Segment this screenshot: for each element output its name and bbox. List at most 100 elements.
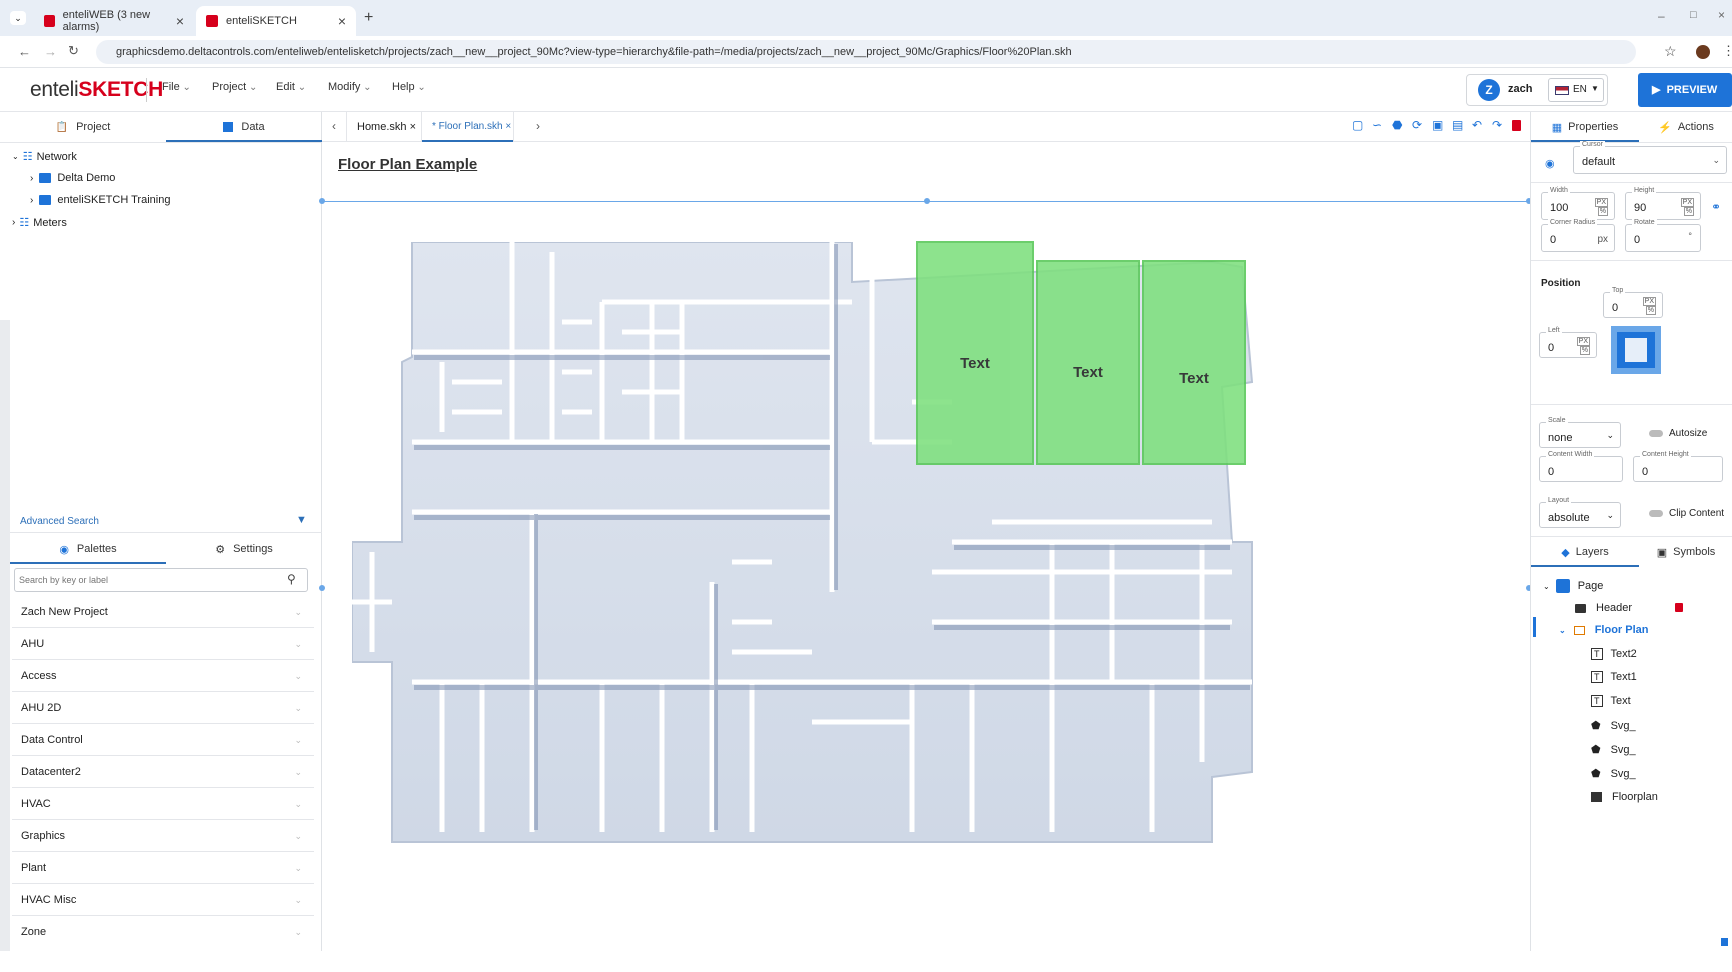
resize-handle[interactable] (924, 198, 930, 204)
layout-select[interactable]: Layout absolute ⌄ (1539, 497, 1621, 528)
line-tool-icon[interactable]: ∽ (1372, 118, 1382, 132)
palette-item[interactable]: Zone ⌄ (12, 916, 314, 948)
doc-tab-home[interactable]: Home.skh × (346, 112, 422, 142)
tree-item-meters[interactable]: › ☷ Meters (12, 216, 67, 230)
resize-handle[interactable] (319, 585, 325, 591)
preview-button[interactable]: ▶ PREVIEW (1638, 73, 1732, 107)
unit-toggle[interactable]: % (1683, 207, 1694, 216)
browser-tab-entelisketch[interactable]: enteliSKETCH × (196, 6, 356, 36)
palette-item[interactable]: AHU 2D ⌄ (12, 692, 314, 724)
room-highlight[interactable]: Text (1036, 260, 1140, 465)
width-field[interactable]: Width 100 PX % (1541, 187, 1615, 220)
tab-settings[interactable]: ⚙ Settings (166, 534, 322, 564)
layer-svg[interactable]: ⬟ Svg_ (1591, 743, 1636, 757)
tree-item-training[interactable]: › enteliSKETCH Training (30, 194, 170, 206)
unit-toggle[interactable]: % (1579, 346, 1590, 355)
url-field[interactable]: graphicsdemo.deltacontrols.com/enteliweb… (96, 40, 1636, 64)
scroll-left-icon[interactable]: ‹ (332, 119, 336, 133)
unit-toggle[interactable]: PX (1642, 297, 1656, 306)
browser-tab-enteliweb[interactable]: enteliWEB (3 new alarms) × (34, 6, 194, 36)
save-icon[interactable]: ▤ (1452, 118, 1463, 132)
room-text-label[interactable]: Text (1144, 370, 1244, 387)
unit-toggle[interactable]: PX (1576, 337, 1590, 346)
refresh-tool-icon[interactable]: ⟳ (1412, 118, 1422, 132)
cursor-select[interactable]: Cursor default ⌄ (1573, 141, 1727, 174)
room-text-label[interactable]: Text (918, 355, 1032, 372)
palette-item[interactable]: Access ⌄ (12, 660, 314, 692)
redo-icon[interactable]: ↷ (1492, 118, 1502, 132)
shape-tool-icon[interactable]: ⬣ (1392, 118, 1402, 132)
layer-text1[interactable]: T Text1 (1591, 671, 1637, 683)
unit-toggle[interactable]: PX (1680, 198, 1694, 207)
palette-item[interactable]: Datacenter2 ⌄ (12, 756, 314, 788)
tab-search-icon[interactable]: ⌄ (10, 11, 26, 25)
tab-properties[interactable]: ▦ Properties (1531, 112, 1639, 142)
top-field[interactable]: Top 0 PX % (1603, 287, 1663, 318)
room-highlight[interactable]: Text (916, 241, 1034, 465)
height-field[interactable]: Height 90 PX % (1625, 187, 1701, 220)
close-icon[interactable]: × (410, 121, 416, 133)
undo-icon[interactable]: ↶ (1472, 118, 1482, 132)
language-select[interactable]: EN ▼ (1548, 78, 1604, 102)
profile-avatar[interactable] (1696, 45, 1710, 59)
menu-file[interactable]: File (162, 81, 191, 93)
room-text-label[interactable]: Text (1038, 364, 1138, 381)
menu-project[interactable]: Project (212, 81, 257, 93)
close-icon[interactable]: × (505, 121, 511, 132)
tab-symbols[interactable]: ▣ Symbols (1639, 537, 1732, 567)
lock-icon[interactable] (1675, 603, 1683, 612)
layer-floor-plan[interactable]: ⌄ Floor Plan (1559, 624, 1648, 636)
close-icon[interactable]: × (176, 13, 184, 29)
trash-icon[interactable] (1721, 938, 1728, 946)
room-highlight[interactable]: Text (1142, 260, 1246, 465)
palette-item[interactable]: Data Control ⌄ (12, 724, 314, 756)
layer-page[interactable]: ⌄ Page (1543, 579, 1603, 593)
delete-icon[interactable] (1512, 120, 1521, 131)
tab-palettes[interactable]: ◉ Palettes (10, 534, 166, 564)
content-width-field[interactable]: Content Width 0 (1539, 451, 1623, 482)
image-tool-icon[interactable]: ▣ (1432, 118, 1443, 132)
left-field[interactable]: Left 0 PX % (1539, 327, 1597, 358)
layer-svg[interactable]: ⬟ Svg_ (1591, 767, 1636, 781)
window-close-icon[interactable]: × (1718, 8, 1725, 22)
tab-data[interactable]: Data (166, 112, 322, 142)
search-icon[interactable]: ⚲ (287, 572, 296, 586)
autosize-toggle[interactable] (1649, 430, 1663, 437)
link-icon[interactable]: ⚭ (1711, 200, 1721, 214)
position-anchor-widget[interactable] (1611, 326, 1661, 374)
page-heading[interactable]: Floor Plan Example (338, 156, 477, 173)
tree-item-delta-demo[interactable]: › Delta Demo (30, 172, 115, 184)
forward-icon[interactable]: → (44, 44, 57, 59)
tab-actions[interactable]: ⚡ Actions (1639, 112, 1732, 142)
minimize-icon[interactable]: – (1658, 9, 1665, 23)
advanced-search-link[interactable]: Advanced Search (20, 516, 99, 527)
menu-edit[interactable]: Edit (276, 81, 306, 93)
layer-text[interactable]: T Text (1591, 695, 1631, 707)
user-name[interactable]: zach (1508, 83, 1532, 95)
palette-item[interactable]: Zach New Project ⌄ (12, 596, 314, 628)
user-avatar[interactable]: Z (1478, 79, 1500, 101)
corner-radius-field[interactable]: Corner Radius 0 px (1541, 219, 1615, 252)
unit-toggle[interactable]: % (1597, 207, 1608, 216)
unit-toggle[interactable]: PX (1594, 198, 1608, 207)
tab-layers[interactable]: ◆ Layers (1531, 537, 1639, 567)
bookmark-star-icon[interactable]: ☆ (1664, 43, 1677, 60)
palette-item[interactable]: Plant ⌄ (12, 852, 314, 884)
layer-header[interactable]: Header (1575, 602, 1683, 614)
scale-select[interactable]: Scale none ⌄ (1539, 417, 1621, 448)
layer-svg[interactable]: ⬟ Svg_ (1591, 719, 1636, 733)
restore-icon[interactable]: □ (1690, 9, 1697, 21)
layer-text2[interactable]: T Text2 (1591, 648, 1637, 660)
palette-item[interactable]: HVAC ⌄ (12, 788, 314, 820)
doc-tab-floor-plan[interactable]: * Floor Plan.skh × (422, 112, 514, 142)
new-tab-icon[interactable]: + (364, 9, 373, 27)
rotate-field[interactable]: Rotate 0 ° (1625, 219, 1701, 252)
menu-help[interactable]: Help (392, 81, 426, 93)
back-icon[interactable]: ← (18, 44, 31, 59)
select-tool-icon[interactable]: ▢ (1352, 118, 1363, 132)
eye-icon[interactable]: ◉ (1545, 157, 1555, 170)
tree-item-network[interactable]: ⌄ ☷ Network (12, 150, 77, 164)
filter-icon[interactable]: ▼ (296, 514, 307, 526)
palette-item[interactable]: AHU ⌄ (12, 628, 314, 660)
unit-toggle[interactable]: % (1645, 306, 1656, 315)
